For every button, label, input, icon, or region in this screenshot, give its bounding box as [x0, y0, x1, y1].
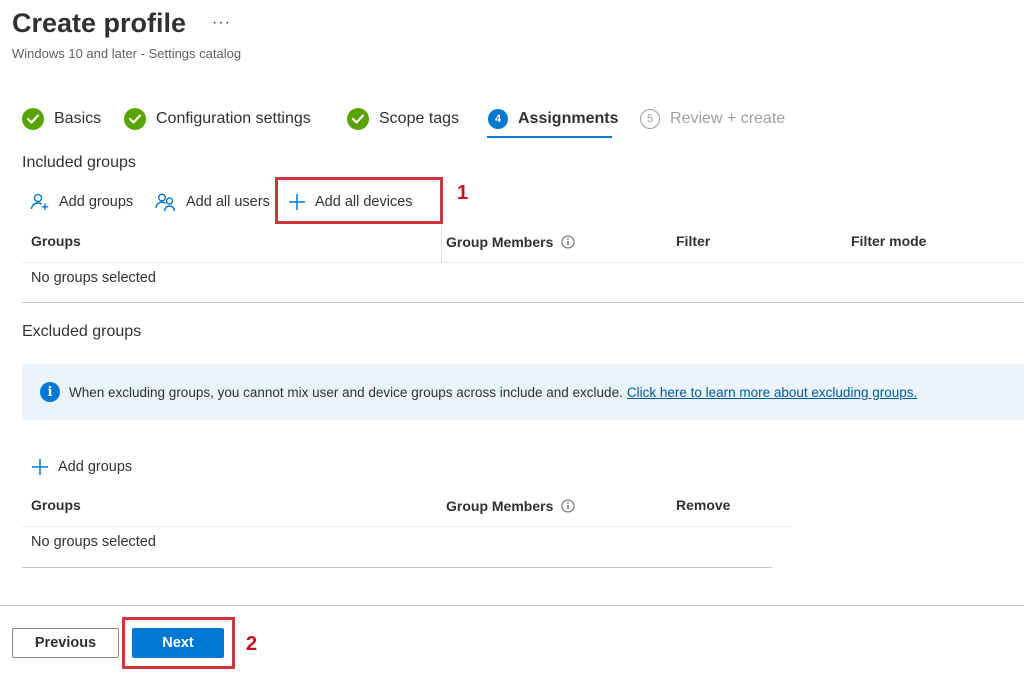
active-step-underline [487, 136, 612, 138]
included-empty-text: No groups selected [31, 270, 156, 286]
col-header-group-members: Group Members [446, 498, 575, 514]
info-banner: i When excluding groups, you cannot mix … [22, 364, 1024, 420]
people-icon [155, 192, 177, 212]
step-number-badge: 5 [640, 109, 660, 129]
annotation-highlight-2 [122, 617, 235, 669]
footer-divider [0, 605, 1024, 606]
checkmark-circle-icon [124, 108, 146, 130]
page-title: Create profile [12, 8, 187, 38]
step-number-badge: 4 [488, 109, 508, 129]
col-header-groups: Groups [31, 497, 81, 513]
step-label: Review + create [670, 110, 786, 127]
column-divider [441, 224, 442, 262]
col-header-remove: Remove [676, 497, 731, 513]
table-bottom-divider [22, 567, 772, 568]
add-groups-button[interactable]: Add groups [30, 190, 133, 214]
excluded-empty-text: No groups selected [31, 534, 156, 550]
add-groups-label: Add groups [58, 459, 133, 475]
step-scope-tags[interactable]: Scope tags [347, 106, 459, 132]
info-icon: i [40, 382, 60, 402]
col-header-label: Group Members [446, 234, 554, 250]
learn-more-link[interactable]: Click here to learn more about excluding… [627, 385, 917, 400]
excluded-groups-title: Excluded groups [22, 323, 142, 340]
add-all-users-label: Add all users [186, 194, 270, 210]
col-header-filter: Filter [676, 233, 711, 249]
banner-text: When excluding groups, you cannot mix us… [69, 384, 623, 400]
step-label: Assignments [518, 110, 619, 127]
more-options-button[interactable]: ··· [212, 14, 231, 32]
step-assignments[interactable]: 4 Assignments [488, 106, 618, 132]
included-groups-title: Included groups [22, 154, 136, 171]
checkmark-circle-icon [347, 108, 369, 130]
info-icon[interactable] [561, 499, 575, 513]
step-configuration-settings[interactable]: Configuration settings [124, 106, 311, 132]
plus-icon [31, 458, 49, 476]
checkmark-circle-icon [22, 108, 44, 130]
excluded-add-groups-button[interactable]: Add groups [31, 455, 132, 479]
add-all-users-button[interactable]: Add all users [155, 190, 270, 214]
col-header-filter-mode: Filter mode [851, 233, 927, 249]
table-header-divider [22, 526, 792, 527]
col-header-group-members: Group Members [446, 234, 575, 250]
info-icon[interactable] [561, 235, 575, 249]
annotation-number-2: 2 [246, 633, 258, 655]
annotation-highlight-1 [275, 177, 443, 224]
step-label: Configuration settings [156, 110, 311, 127]
previous-button[interactable]: Previous [12, 628, 119, 658]
step-review-create[interactable]: 5 Review + create [640, 106, 785, 132]
step-basics[interactable]: Basics [22, 106, 101, 132]
annotation-number-1: 1 [457, 182, 469, 204]
add-person-icon [30, 192, 50, 212]
col-header-groups: Groups [31, 233, 81, 249]
step-label: Basics [54, 110, 102, 127]
step-label: Scope tags [379, 110, 460, 127]
table-header-divider [22, 262, 1024, 263]
add-groups-label: Add groups [59, 194, 134, 210]
table-bottom-divider [22, 302, 1024, 303]
col-header-label: Group Members [446, 498, 554, 514]
page-subtitle: Windows 10 and later - Settings catalog [12, 46, 242, 61]
